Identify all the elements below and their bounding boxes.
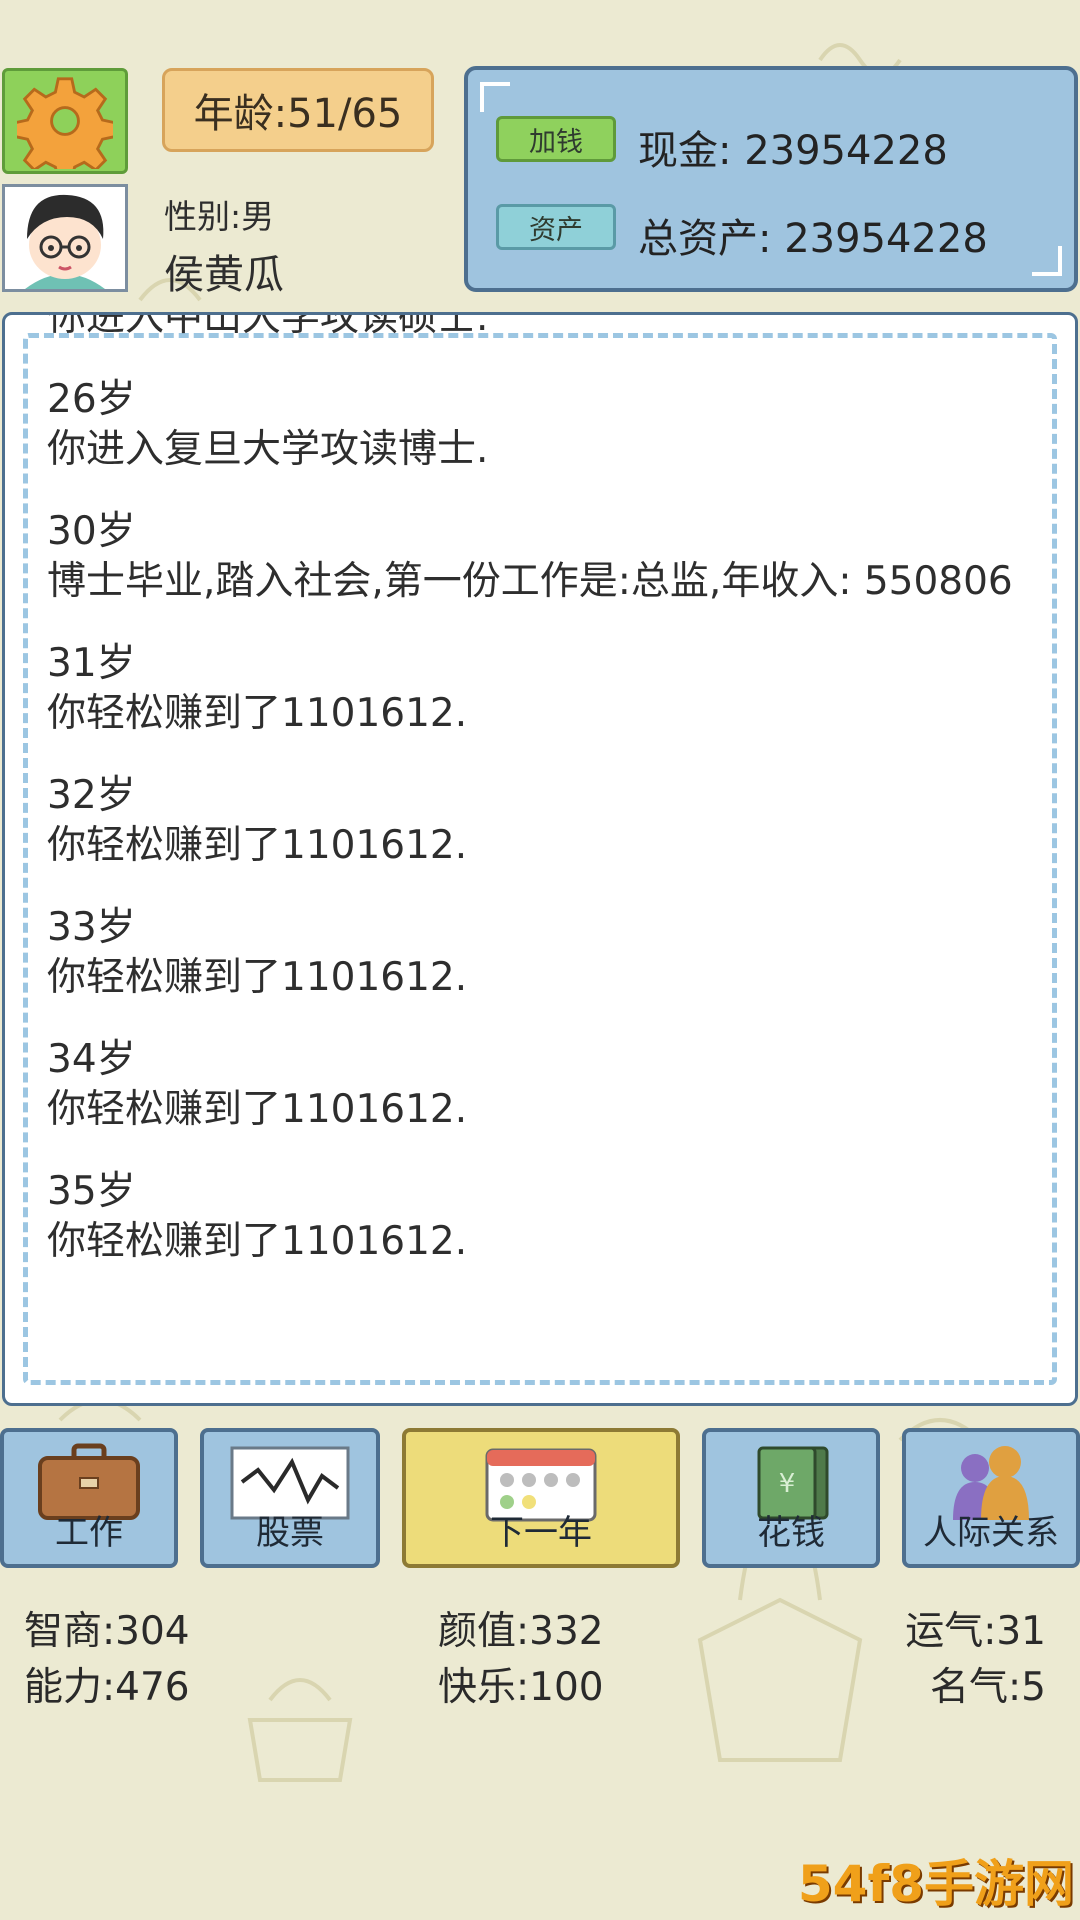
- stocks-label: 股票: [256, 1513, 324, 1553]
- log-entry-text: 你进入复旦大学攻读博士.: [47, 427, 489, 472]
- money-panel: 加钱 资产 现金: 23954228 总资产: 23954228: [464, 66, 1078, 292]
- log-entry-age: 32岁: [47, 773, 136, 818]
- site-watermark: 54f8手游网: [797, 1855, 1074, 1913]
- player-name: 侯黄瓜: [164, 252, 284, 298]
- avatar-portrait-icon: [5, 187, 125, 289]
- log-entry-text: 你轻松赚到了1101612.: [47, 1219, 468, 1264]
- stat-happiness: 快乐:100: [438, 1665, 604, 1710]
- player-avatar[interactable]: [2, 184, 128, 292]
- log-entry: 你进入中山大学攻读硕士.: [47, 312, 1015, 343]
- stat-looks: 颜值:332: [438, 1609, 604, 1654]
- log-entry-text: 你轻松赚到了1101612.: [47, 823, 468, 868]
- log-entry-text: 你轻松赚到了1101612.: [47, 1087, 468, 1132]
- log-entry: 34岁 你轻松赚到了1101612.: [47, 1035, 1015, 1135]
- stat-luck: 运气:31: [905, 1609, 1046, 1654]
- relationships-button[interactable]: 人际关系: [902, 1428, 1080, 1568]
- log-entry-age: 35岁: [47, 1169, 136, 1214]
- gender-label: 性别:男: [164, 197, 275, 236]
- work-button[interactable]: 工作: [0, 1428, 178, 1568]
- cash-label: 现金: 23954228: [638, 128, 948, 174]
- next-year-button[interactable]: 下一年: [402, 1428, 680, 1568]
- work-label: 工作: [55, 1513, 123, 1553]
- age-label: 年龄:51/65: [193, 91, 403, 137]
- assets-button[interactable]: 资产: [496, 204, 616, 250]
- stat-ability: 能力:476: [24, 1665, 190, 1710]
- log-entry-text: 博士毕业,踏入社会,第一份工作是:总监,年收入: 550806: [47, 559, 1013, 604]
- log-entry: 35岁 你轻松赚到了1101612.: [47, 1167, 1015, 1267]
- log-entry-text: 你进入中山大学攻读硕士.: [47, 312, 489, 340]
- log-entry: 26岁 你进入复旦大学攻读博士.: [47, 375, 1015, 475]
- log-entry: 30岁 博士毕业,踏入社会,第一份工作是:总监,年收入: 550806: [47, 507, 1015, 607]
- log-entry-age: 26岁: [47, 377, 136, 422]
- total-assets-label: 总资产: 23954228: [638, 216, 988, 262]
- stocks-button[interactable]: 股票: [200, 1428, 380, 1568]
- log-entry: 32岁 你轻松赚到了1101612.: [47, 771, 1015, 871]
- add-money-button[interactable]: 加钱: [496, 116, 616, 162]
- settings-button[interactable]: [2, 68, 128, 174]
- log-entry-age: 31岁: [47, 641, 136, 686]
- log-entry-age: 30岁: [47, 509, 136, 554]
- log-entry-text: 你轻松赚到了1101612.: [47, 691, 468, 736]
- panel-corner-decoration: [480, 82, 510, 112]
- spend-money-label: 花钱: [757, 1513, 825, 1553]
- stat-fame: 名气:5: [930, 1665, 1046, 1710]
- relationships-label: 人际关系: [923, 1513, 1059, 1553]
- panel-corner-decoration: [1032, 246, 1062, 276]
- log-entry: 33岁 你轻松赚到了1101612.: [47, 903, 1015, 1003]
- life-log-list: 你进入中山大学攻读硕士. 26岁 你进入复旦大学攻读博士. 30岁 博士毕业,踏…: [47, 312, 1015, 1299]
- log-entry: 31岁 你轻松赚到了1101612.: [47, 639, 1015, 739]
- next-year-label: 下一年: [490, 1513, 592, 1553]
- log-entry-age: 34岁: [47, 1037, 136, 1082]
- spend-money-button[interactable]: ¥ 花钱: [702, 1428, 880, 1568]
- gear-icon: [17, 77, 113, 169]
- life-log-panel[interactable]: 你进入中山大学攻读硕士. 26岁 你进入复旦大学攻读博士. 30岁 博士毕业,踏…: [2, 312, 1078, 1406]
- log-entry-age: 33岁: [47, 905, 136, 950]
- stat-iq: 智商:304: [24, 1609, 190, 1654]
- age-display: 年龄:51/65: [162, 68, 434, 152]
- log-entry-text: 你轻松赚到了1101612.: [47, 955, 468, 1000]
- svg-text:¥: ¥: [779, 1469, 796, 1499]
